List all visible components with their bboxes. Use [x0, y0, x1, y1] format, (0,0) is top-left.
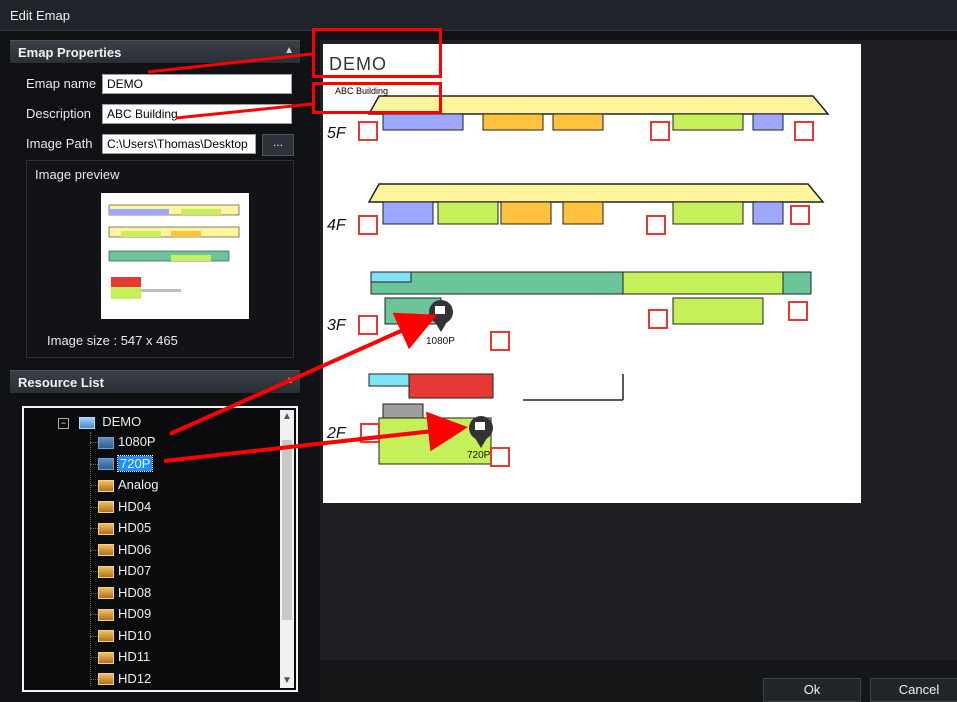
tree-item-label: HD04 — [118, 498, 152, 514]
emap-properties-title: Emap Properties — [18, 45, 122, 60]
tree-item-hd10[interactable]: HD10 — [90, 626, 152, 646]
tree-item-label: 720P — [116, 454, 154, 472]
cancel-button[interactable]: Cancel — [870, 678, 957, 702]
scroll-down-icon[interactable]: ▼ — [280, 674, 294, 688]
marker-720p-label: 720P — [467, 450, 491, 461]
tree-branch-line — [90, 506, 98, 508]
device-icon — [98, 587, 114, 600]
emap-properties-header[interactable]: Emap Properties ▲ — [10, 40, 300, 63]
camera-icon — [98, 436, 114, 449]
emap-root-icon — [78, 416, 95, 429]
image-path-input[interactable]: C:\Users\Thomas\Desktop — [102, 134, 256, 154]
tree-item-hd04[interactable]: HD04 — [90, 497, 152, 517]
tree-item-label: HD12 — [118, 670, 152, 686]
image-path-label: Image Path — [26, 136, 93, 151]
tree-branch-line — [90, 571, 98, 572]
annotation-box-subtitle — [312, 82, 442, 114]
resource-list-title: Resource List — [18, 375, 104, 390]
map-side-pane — [861, 44, 957, 656]
tree-item-hd12[interactable]: HD12 — [90, 669, 152, 689]
tree-item-label: HD07 — [118, 563, 152, 578]
tree-item-label: HD09 — [118, 606, 152, 621]
annotation-box-title — [312, 28, 442, 78]
device-icon — [98, 501, 114, 514]
tree-item-hd05[interactable]: HD05 — [90, 518, 152, 538]
image-preview-thumbnail — [101, 193, 249, 319]
marker-1080p-label: 1080P — [426, 336, 455, 347]
tree-item-720p[interactable]: 720P — [90, 454, 154, 474]
tree-item-hd06[interactable]: HD06 — [90, 540, 152, 560]
tree-branch-line — [90, 657, 98, 658]
device-icon — [98, 651, 114, 664]
tree-item-label: HD11 — [118, 649, 151, 664]
collapse-toggle-icon[interactable]: − — [58, 418, 69, 429]
tree-item-analog[interactable]: Analog — [90, 475, 159, 495]
tree-item-label: HD10 — [118, 627, 152, 643]
tree-scrollbar[interactable]: ▲ ▼ — [280, 410, 294, 688]
camera-icon — [98, 458, 114, 471]
tree-item-hd11[interactable]: HD11 — [90, 647, 151, 667]
floor-3f: 3F — [327, 271, 812, 351]
tree-item-hd07[interactable]: HD07 — [90, 561, 152, 581]
tree-branch-line — [90, 678, 98, 680]
description-input[interactable]: ABC Building — [102, 104, 292, 124]
device-icon — [98, 522, 114, 535]
tree-branch-line — [90, 549, 98, 551]
tree-branch-line — [90, 463, 98, 465]
scroll-up-icon[interactable]: ▲ — [280, 410, 294, 424]
emap-name-input[interactable]: DEMO — [102, 74, 292, 94]
tree-branch-line — [90, 614, 98, 615]
tree-item-hd09[interactable]: HD09 — [90, 604, 152, 624]
tree-item-label: HD06 — [118, 541, 152, 557]
resource-tree[interactable]: − DEMO 1080P 720P Analog HD04 HD05 HD06 HD07 HD… — [22, 406, 298, 692]
emap-name-label: Emap name — [26, 76, 97, 91]
tree-connector — [90, 432, 91, 686]
resource-list-header[interactable]: Resource List ▲ — [10, 370, 300, 393]
tree-root-label: DEMO — [102, 414, 142, 429]
tree-item-label: Analog — [118, 477, 159, 492]
window-title: Edit Emap — [10, 8, 70, 23]
floor-3f-label: 3F — [327, 317, 347, 334]
browse-button[interactable]: ... — [262, 134, 294, 156]
tree-item-hd08[interactable]: HD08 — [90, 583, 152, 603]
device-icon — [98, 630, 114, 643]
tree-branch-line — [90, 528, 98, 529]
device-icon — [98, 608, 114, 621]
tree-branch-line — [90, 592, 98, 594]
dialog-button-bar: Ok Cancel — [320, 660, 957, 702]
floor-2f-label: 2F — [326, 425, 347, 442]
tree-branch-line — [90, 485, 98, 486]
device-icon — [98, 673, 114, 686]
tree-item-label: HD05 — [118, 520, 152, 535]
device-icon — [98, 544, 114, 557]
image-size-text: Image size : 547 x 465 — [47, 333, 178, 348]
image-preview-title: Image preview — [35, 167, 120, 182]
tree-item-1080p[interactable]: 1080P — [90, 432, 156, 452]
scroll-thumb[interactable] — [282, 440, 292, 620]
floor-4f-label: 4F — [327, 217, 347, 234]
tree-branch-line — [90, 442, 98, 443]
floor-4f: 4F — [327, 183, 825, 235]
tree-item-label: HD08 — [118, 584, 152, 600]
tree-root[interactable]: − DEMO — [58, 412, 141, 432]
collapse-icon[interactable]: ▲ — [284, 45, 294, 56]
ok-button[interactable]: Ok — [763, 678, 861, 702]
tree-branch-line — [90, 635, 98, 637]
tree-item-label: 1080P — [118, 434, 156, 449]
window-titlebar: Edit Emap — [0, 0, 957, 31]
left-panel: Emap Properties ▲ Emap name DEMO Descrip… — [10, 34, 300, 698]
floor-5f-label: 5F — [327, 125, 347, 142]
description-label: Description — [26, 106, 92, 121]
device-icon — [98, 479, 114, 492]
image-preview-box: Image preview Image size : 547 x 465 — [26, 160, 294, 358]
collapse-icon[interactable]: ▲ — [284, 375, 294, 386]
device-icon — [98, 565, 114, 578]
